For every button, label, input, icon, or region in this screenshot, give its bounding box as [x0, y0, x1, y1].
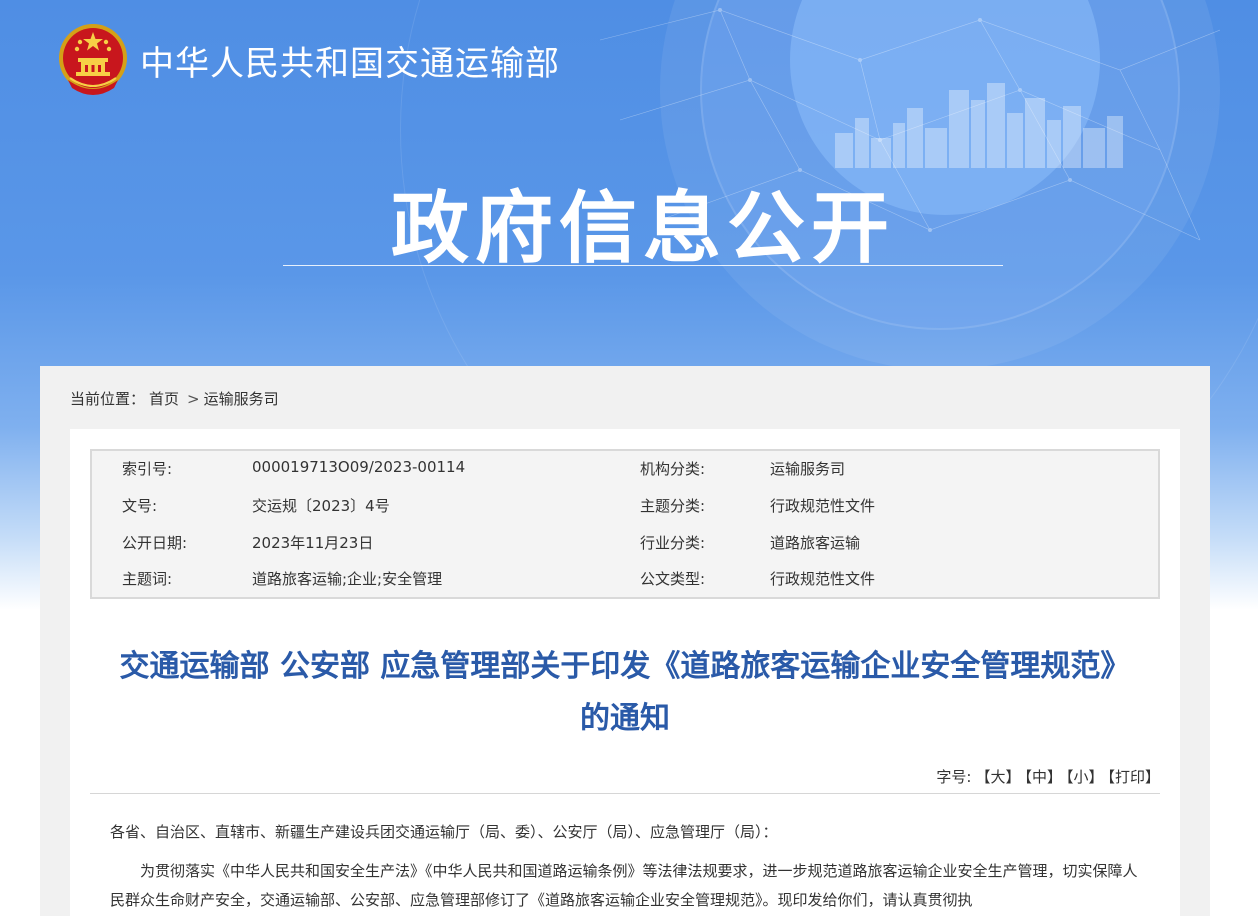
metadata-key: 主题词:: [122, 570, 173, 588]
metadata-row: 主题词: 道路旅客运输;企业;安全管理 公文类型: 行政规范性文件: [92, 561, 1158, 597]
national-emblem-logo: [59, 24, 127, 95]
metadata-key: 公开日期:: [122, 534, 188, 552]
metadata-value: 交运规〔2023〕4号: [252, 497, 390, 515]
metadata-key: 公文类型:: [640, 570, 706, 588]
font-size-label: 字号:: [936, 768, 972, 786]
breadcrumb-department-link[interactable]: 运输服务司: [204, 390, 279, 408]
banner-divider: [283, 265, 1003, 266]
metadata-key: 行业分类:: [640, 534, 706, 552]
font-size-large-button[interactable]: 【大】: [975, 768, 1020, 786]
breadcrumb-home-link[interactable]: 首页: [149, 390, 179, 408]
metadata-row: 公开日期: 2023年11月23日 行业分类: 道路旅客运输: [92, 525, 1158, 561]
metadata-value: 道路旅客运输: [770, 534, 861, 552]
metadata-value: 行政规范性文件: [770, 570, 876, 588]
metadata-value: 道路旅客运输;企业;安全管理: [252, 570, 443, 588]
content-panel: 当前位置： 首页 > 运输服务司 索引号: 000019713O09/2023-001…: [40, 366, 1210, 916]
breadcrumb-separator: >: [187, 390, 200, 408]
font-size-medium-button[interactable]: 【中】: [1024, 768, 1062, 786]
metadata-row: 索引号: 000019713O09/2023-00114 机构分类: 运输服务司: [92, 451, 1158, 487]
breadcrumb: 当前位置： 首页 > 运输服务司: [70, 388, 283, 409]
document-paragraph: 为贯彻落实《中华人民共和国安全生产法》《中华人民共和国道路运输条例》等法律法规要…: [110, 862, 1138, 909]
breadcrumb-label: 当前位置：: [70, 390, 146, 408]
metadata-key: 主题分类:: [640, 497, 706, 515]
metadata-value: 000019713O09/2023-00114: [252, 458, 466, 476]
banner-title: 政府信息公开: [390, 184, 895, 274]
metadata-value: 运输服务司: [770, 460, 846, 478]
font-size-small-button[interactable]: 【小】: [1066, 768, 1104, 786]
metadata-value: 行政规范性文件: [770, 497, 876, 515]
font-size-controls: 字号: 【大】 【中】 【小】 【打印】: [936, 766, 1160, 787]
city-skyline-decor: [835, 83, 1123, 168]
ministry-name[interactable]: 中华人民共和国交通运输部: [140, 36, 560, 85]
metadata-key: 机构分类:: [640, 460, 706, 478]
content-divider: [90, 793, 1160, 794]
metadata-key: 文号:: [122, 497, 158, 515]
metadata-value: 2023年11月23日: [252, 534, 374, 552]
document-title: 交通运输部 公安部 应急管理部关于印发《道路旅客运输企业安全管理规范》的通知: [119, 649, 1131, 736]
page: 中华人民共和国交通运输部 政府信息公开 当前位置： 首页 > 运输服务司 索引号: 0…: [0, 0, 1258, 916]
metadata-row: 文号: 交运规〔2023〕4号 主题分类: 行政规范性文件: [92, 488, 1158, 524]
print-button[interactable]: 【打印】: [1107, 768, 1160, 786]
metadata-table: 索引号: 000019713O09/2023-00114 机构分类: 运输服务司…: [90, 449, 1160, 599]
article-container: 索引号: 000019713O09/2023-00114 机构分类: 运输服务司…: [70, 429, 1180, 916]
metadata-key: 索引号:: [122, 460, 173, 478]
document-salutation: 各省、自治区、直辖市、新疆生产建设兵团交通运输厅（局、委）、公安厅（局）、应急管…: [110, 823, 778, 841]
